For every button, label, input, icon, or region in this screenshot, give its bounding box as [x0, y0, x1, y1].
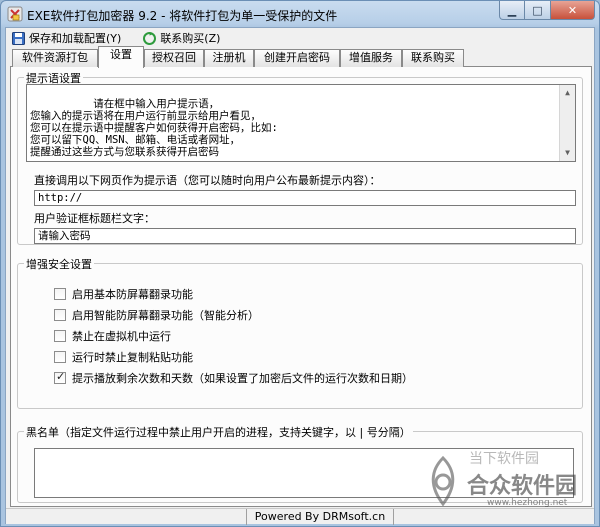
menu-bar: 保存和加载配置(Y) 联系购买(Z) — [6, 28, 594, 48]
watermark-logo: 当下软件园 合众软件园 www.hezhong.net — [423, 448, 593, 520]
option-label: 启用智能防屏幕翻录功能（智能分析） — [72, 309, 259, 322]
app-window: EXE软件打包加密器 9.2 - 将软件打包为单一受保护的文件 ▁ □ ✕ 保存… — [0, 0, 600, 527]
scroll-up-icon[interactable]: ▲ — [560, 85, 575, 101]
checkbox[interactable] — [54, 351, 66, 363]
tab-license-recall[interactable]: 授权召回 — [144, 49, 204, 67]
tab-value-added-services[interactable]: 增值服务 — [340, 49, 402, 67]
option-label: 启用基本防屏幕翻录功能 — [72, 288, 193, 301]
tab-strip: 软件资源打包 设置 授权召回 注册机 创建开启密码 增值服务 联系购买 — [10, 46, 592, 68]
tab-contact-purchase[interactable]: 联系购买 — [402, 49, 464, 67]
option-basic-anti-screen-record[interactable]: 启用基本防屏幕翻录功能 — [54, 286, 193, 302]
tab-software-resource-pack[interactable]: 软件资源打包 — [12, 49, 98, 67]
url-label: 直接调用以下网页作为提示语（您可以随时向用户公布最新提示内容）： — [34, 174, 381, 187]
checkbox[interactable] — [54, 330, 66, 342]
option-smart-anti-screen-record[interactable]: 启用智能防屏幕翻录功能（智能分析） — [54, 307, 259, 323]
tab-settings[interactable]: 设置 — [98, 46, 144, 68]
title-bar[interactable]: EXE软件打包加密器 9.2 - 将软件打包为单一受保护的文件 ▁ □ ✕ — [1, 1, 599, 27]
tab-label: 授权召回 — [152, 51, 196, 64]
prompt-settings-group: 提示语设置 请在框中输入用户提示语， 您输入的提示语将在用户运行前显示给用户看见… — [17, 70, 583, 245]
option-disable-copy-paste[interactable]: 运行时禁止复制粘贴功能 — [54, 349, 193, 365]
url-value: http:// — [38, 192, 83, 204]
watermark-line1: 当下软件园 — [469, 451, 539, 467]
watermark-url: www.hezhong.net — [487, 498, 568, 508]
menu-save-load-config-label: 保存和加载配置(Y) — [29, 32, 122, 45]
tab-label: 注册机 — [212, 51, 246, 64]
window-title: EXE软件打包加密器 9.2 - 将软件打包为单一受保护的文件 — [27, 9, 338, 23]
save-icon — [12, 31, 25, 45]
checkbox[interactable] — [54, 288, 66, 300]
prompt-text: 请在框中输入用户提示语， 您输入的提示语将在用户运行前显示给用户看见， 您可以在… — [30, 98, 278, 158]
recycle-icon — [143, 31, 157, 45]
close-icon: ✕ — [567, 3, 578, 17]
title-text-input[interactable]: 请输入密码 — [34, 228, 576, 244]
option-show-remaining-runs[interactable]: 提示播放剩余次数和天数（如果设置了加密后文件的运行次数和日期） — [54, 370, 413, 386]
checkbox[interactable] — [54, 309, 66, 321]
watermark-logo-icon — [431, 456, 455, 506]
minimize-button[interactable]: ▁ — [499, 1, 525, 20]
url-input[interactable]: http:// — [34, 190, 576, 206]
menu-contact-purchase-label: 联系购买(Z) — [160, 32, 221, 45]
tab-create-open-password[interactable]: 创建开启密码 — [254, 49, 340, 67]
tab-label: 软件资源打包 — [22, 51, 88, 64]
scroll-down-icon[interactable]: ▼ — [560, 145, 575, 161]
tab-label: 设置 — [110, 48, 132, 61]
checkbox-checked[interactable] — [54, 370, 66, 384]
status-powered-by: Powered By DRMsoft.cn — [246, 509, 394, 525]
tab-label: 增值服务 — [349, 51, 393, 64]
close-button[interactable]: ✕ — [551, 1, 595, 20]
maximize-button[interactable]: □ — [525, 1, 551, 20]
maximize-icon: □ — [532, 3, 543, 17]
tab-label: 联系购买 — [411, 51, 455, 64]
minimize-icon: ▁ — [507, 3, 517, 17]
security-settings-label: 增强安全设置 — [24, 256, 94, 272]
blacklist-label: 黑名单（指定文件运行过程中禁止用户开启的进程，支持关键字，以 | 号分隔） — [24, 424, 413, 440]
app-icon — [7, 6, 23, 22]
title-text-label: 用户验证框标题栏文字： — [34, 212, 155, 225]
watermark-line2: 合众软件园 — [467, 474, 578, 499]
option-label: 提示播放剩余次数和天数（如果设置了加密后文件的运行次数和日期） — [72, 372, 413, 385]
settings-panel: 提示语设置 请在框中输入用户提示语， 您输入的提示语将在用户运行前显示给用户看见… — [10, 67, 592, 507]
title-text-value: 请输入密码 — [38, 230, 91, 242]
security-settings-group: 增强安全设置 启用基本防屏幕翻录功能 启用智能防屏幕翻录功能（智能分析） 禁止在… — [17, 256, 583, 409]
prompt-textarea[interactable]: 请在框中输入用户提示语， 您输入的提示语将在用户运行前显示给用户看见， 您可以在… — [26, 84, 576, 162]
tab-label: 创建开启密码 — [264, 51, 330, 64]
option-label: 禁止在虚拟机中运行 — [72, 330, 171, 343]
prompt-scrollbar[interactable]: ▲ ▼ — [559, 85, 575, 161]
menu-contact-purchase[interactable]: 联系购买(Z) — [141, 29, 222, 47]
tab-keygen[interactable]: 注册机 — [204, 49, 254, 67]
menu-save-load-config[interactable]: 保存和加载配置(Y) — [10, 29, 123, 47]
caption-buttons: ▁ □ ✕ — [499, 1, 595, 20]
option-block-virtual-machine[interactable]: 禁止在虚拟机中运行 — [54, 328, 171, 344]
option-label: 运行时禁止复制粘贴功能 — [72, 351, 193, 364]
